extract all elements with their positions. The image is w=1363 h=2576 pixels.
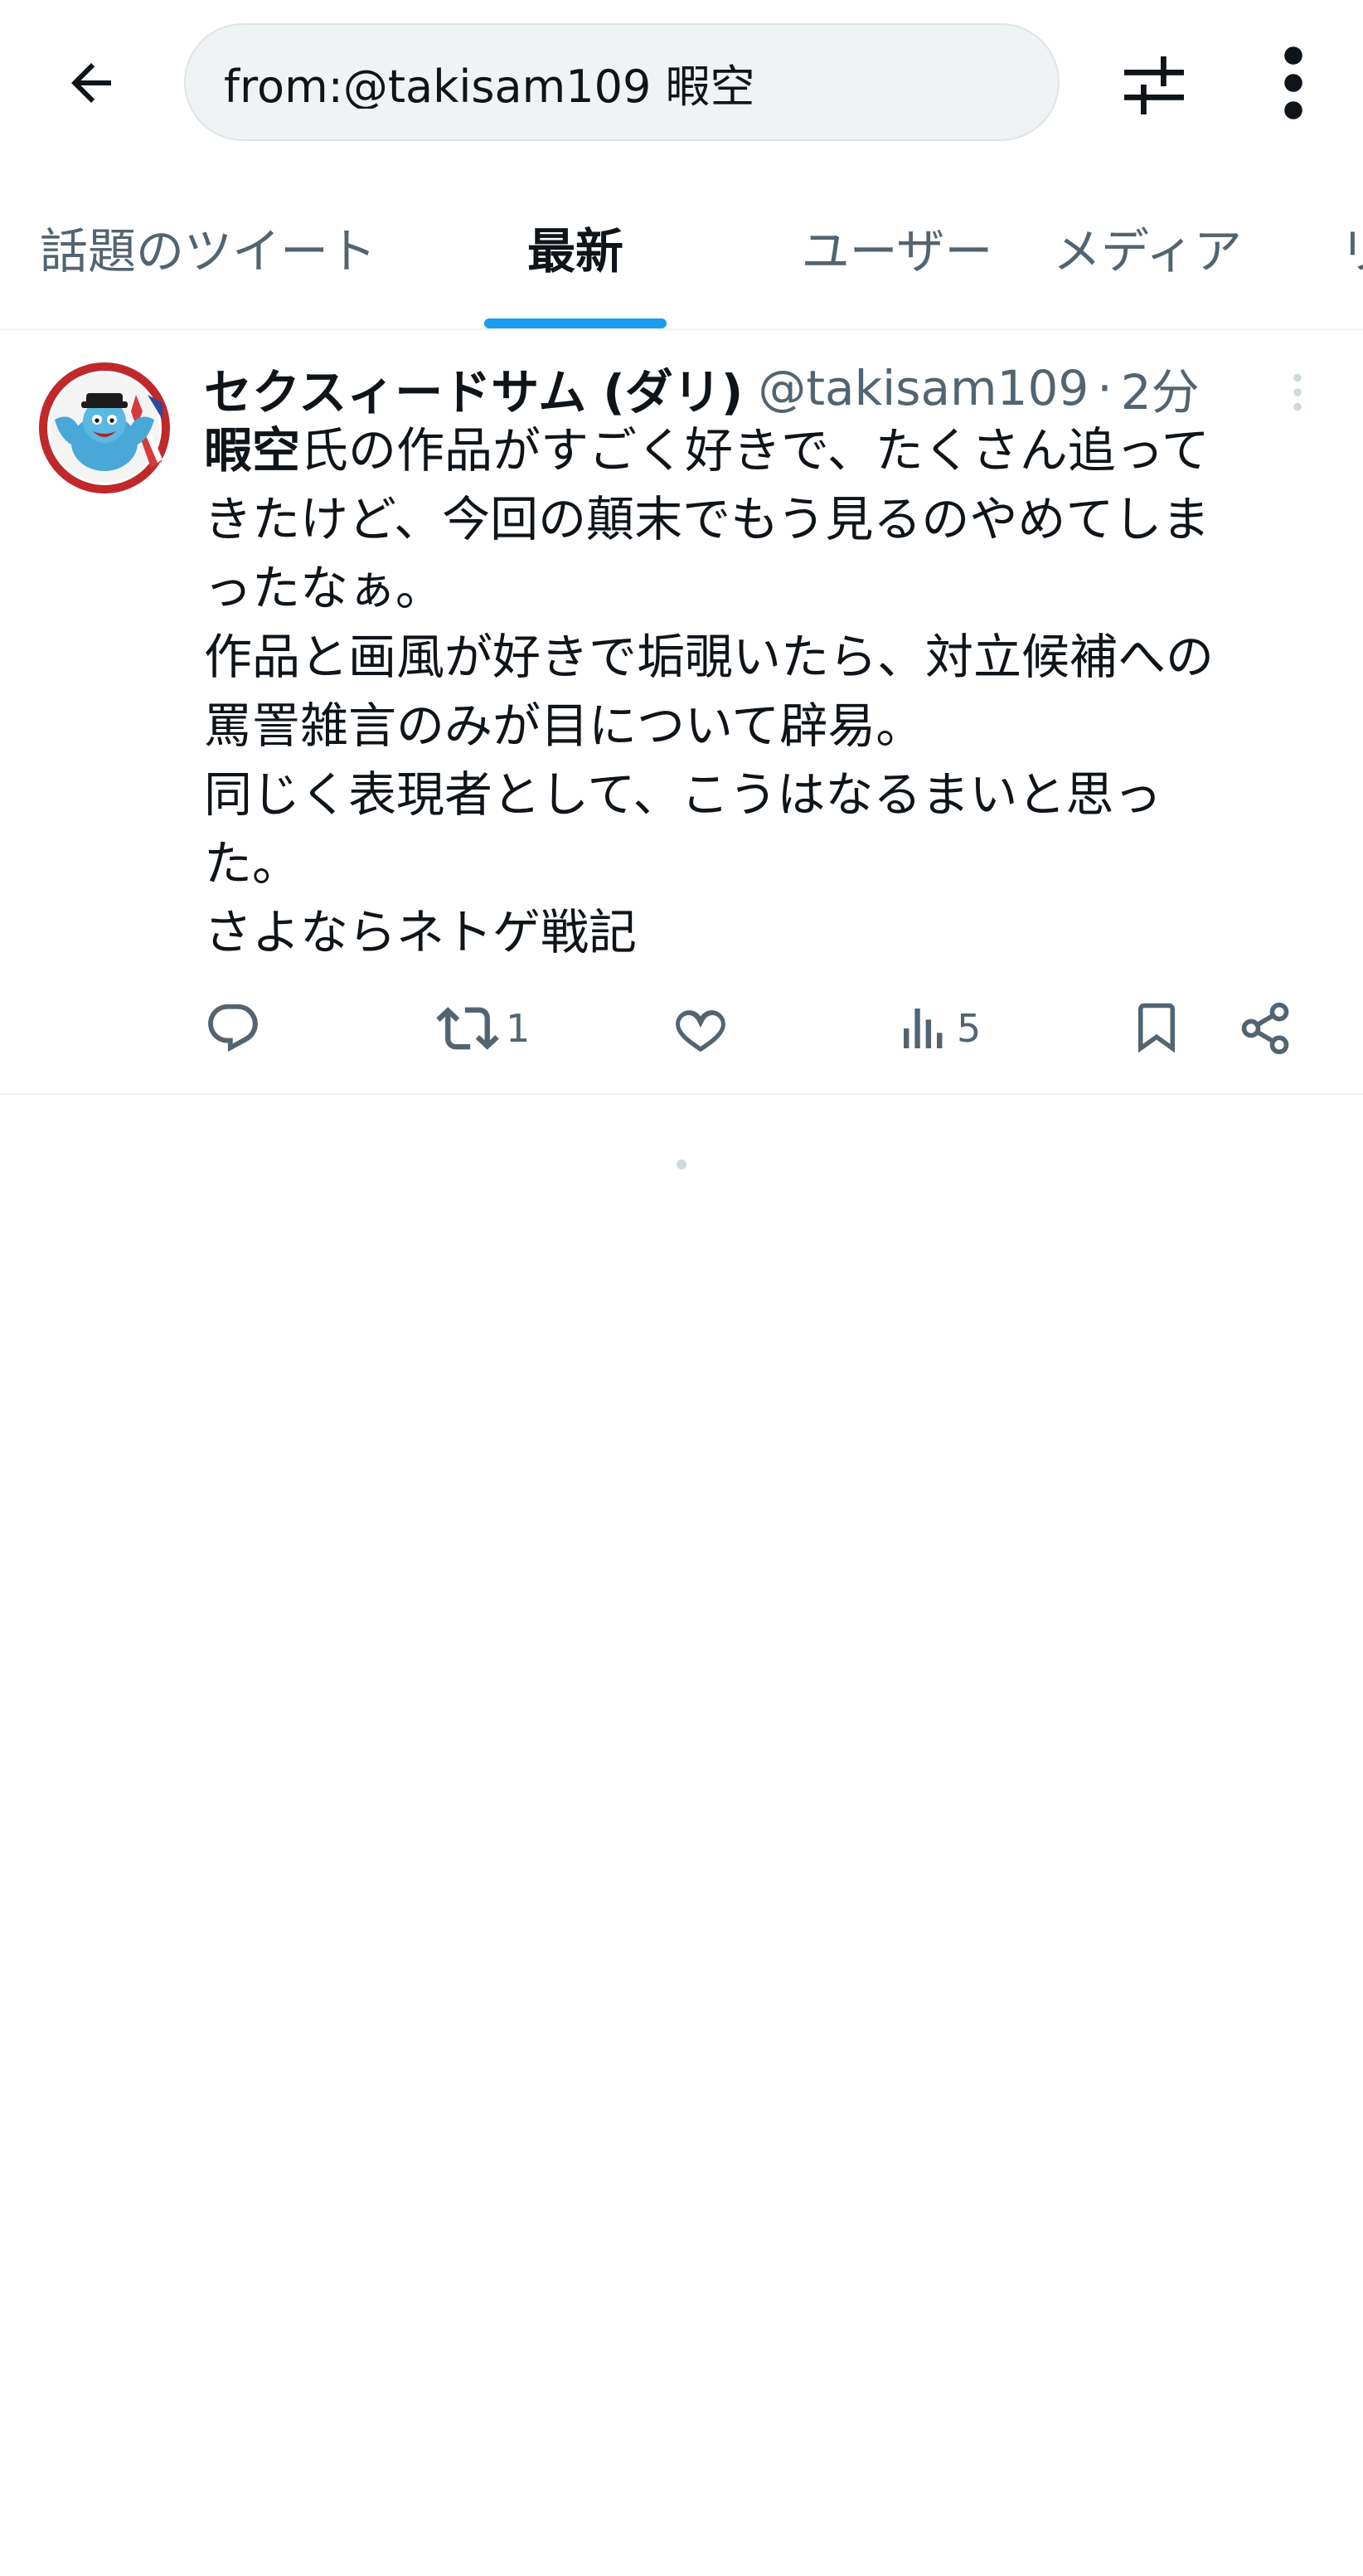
tweet-text-line: 罵詈雑言のみが目について辟易。 xyxy=(204,697,924,754)
search-field[interactable] xyxy=(184,23,1060,141)
tweet-text-line: 暇空氏の作品がすごく好きで、たくさん追って xyxy=(204,416,1331,485)
user-handle[interactable]: @takisam109 xyxy=(758,360,1089,416)
tab-people[interactable]: ユーザー xyxy=(740,166,1055,328)
display-name[interactable]: セクスィードサム (ダリ) xyxy=(204,353,743,423)
sliders-icon xyxy=(1124,56,1184,114)
more-vertical-icon xyxy=(1293,373,1302,411)
reply-button[interactable] xyxy=(204,995,262,1062)
bar-chart-icon xyxy=(904,1009,943,1048)
loading-indicator xyxy=(677,1159,686,1169)
tweet-text-line: ったなぁ。 xyxy=(204,560,444,616)
reply-icon xyxy=(208,1004,258,1052)
tweet-text: 暇空氏の作品がすごく好きで、たくさん追って きたけど、今回の顛末でもう見るのやめ… xyxy=(204,416,1331,967)
bookmark-icon xyxy=(1138,1003,1175,1053)
more-options-button[interactable] xyxy=(1252,38,1335,128)
retweet-count: 1 xyxy=(506,1006,531,1051)
top-bar xyxy=(0,0,1363,166)
retweet-icon xyxy=(436,1007,499,1050)
back-button[interactable] xyxy=(50,41,133,124)
views-count: 5 xyxy=(957,1006,982,1051)
tweet-text-line: た。 xyxy=(204,835,301,892)
bookmark-button[interactable] xyxy=(1129,995,1184,1062)
tweet-text-segment: 氏の作品がすごく好きで、たくさん追って xyxy=(300,422,1210,479)
search-tabs: 話題のツイート 最新 ユーザー メディア リ xyxy=(0,166,1363,330)
heart-icon xyxy=(676,1010,725,1052)
like-button[interactable] xyxy=(672,995,730,1062)
tweet[interactable]: セクスィードサム (ダリ) @takisam109 · 2分 暇空氏の作品がすご… xyxy=(0,330,1363,1095)
tab-media[interactable]: メディア xyxy=(1031,166,1264,328)
tweet-timestamp[interactable]: 2分 xyxy=(1121,353,1200,423)
separator-dot: · xyxy=(1097,360,1113,416)
tweet-menu-button[interactable] xyxy=(1277,363,1318,421)
highlighted-keyword: 暇空 xyxy=(204,422,301,479)
search-input[interactable] xyxy=(224,56,1020,109)
tweet-text-line: きたけど、今回の顛末でもう見るのやめてしま xyxy=(204,491,1210,547)
tweet-header: セクスィードサム (ダリ) @takisam109 · 2分 xyxy=(204,357,1282,420)
views-button[interactable]: 5 xyxy=(897,995,981,1062)
tweet-actions: 1 5 xyxy=(0,995,1363,1062)
tab-lists[interactable]: リ xyxy=(1340,166,1363,328)
tab-top[interactable]: 話題のツイート xyxy=(40,166,405,328)
active-tab-indicator xyxy=(484,318,667,328)
share-button[interactable] xyxy=(1237,995,1293,1062)
retweet-button[interactable]: 1 xyxy=(436,995,530,1062)
tab-latest[interactable]: 最新 xyxy=(484,166,667,328)
tweet-text-line: 同じく表現者として、こうはなるまいと思っ xyxy=(204,766,1162,823)
avatar[interactable] xyxy=(38,362,171,494)
tweet-text-line: 作品と画風が好きで垢覗いたら、対立候補への xyxy=(204,629,1215,685)
share-icon xyxy=(1241,1002,1289,1055)
tweet-text-line: さよならネトゲ戦記 xyxy=(204,904,638,960)
arrow-left-icon xyxy=(71,63,111,103)
more-vertical-icon xyxy=(1284,46,1302,119)
filter-button[interactable] xyxy=(1111,41,1197,128)
